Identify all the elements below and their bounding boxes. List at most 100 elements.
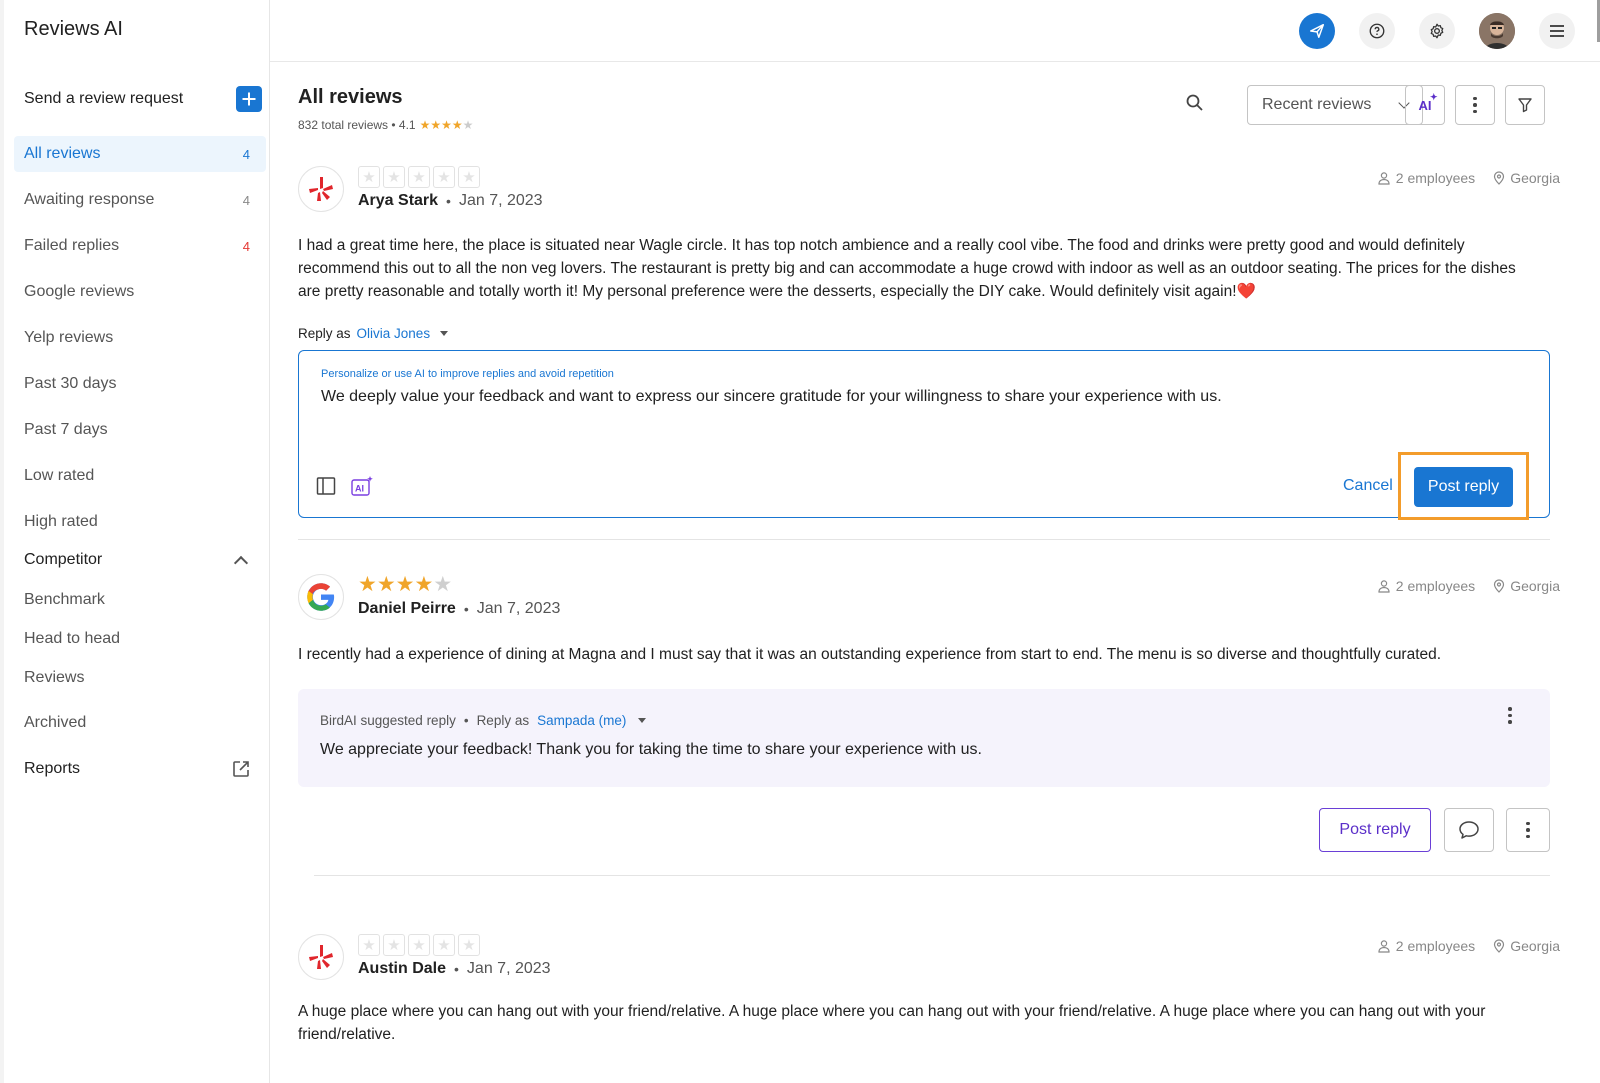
- more-options-button[interactable]: [1455, 85, 1495, 125]
- ai-button[interactable]: AI ✦: [1405, 85, 1445, 125]
- divider: [298, 539, 1550, 540]
- sidebar-item-past-30-days[interactable]: Past 30 days: [14, 366, 266, 402]
- chevron-up-icon: [233, 555, 249, 570]
- sidebar-item-label: Past 7 days: [24, 421, 108, 438]
- sidebar-item-label: Failed replies: [24, 237, 120, 254]
- sidebar-item-count: 4: [242, 192, 250, 208]
- employees-meta: 2 employees: [1377, 578, 1475, 594]
- help-icon[interactable]: [1359, 13, 1395, 49]
- suggested-reply: BirdAI suggested reply • Reply as Sampad…: [298, 689, 1550, 787]
- sidebar-item-count: 4: [242, 146, 250, 162]
- cancel-button[interactable]: Cancel: [1343, 477, 1393, 495]
- suggested-reply-header: BirdAI suggested reply • Reply as Sampad…: [320, 713, 647, 728]
- sidebar-item-head-to-head[interactable]: Head to head: [24, 628, 120, 650]
- send-review-request: Send a review request: [24, 86, 262, 112]
- sidebar-item-label: Awaiting response: [24, 191, 155, 208]
- sidebar-item-label: Low rated: [24, 467, 95, 484]
- location-pin-icon: [1494, 171, 1505, 185]
- sidebar-item-low-rated[interactable]: Low rated: [14, 458, 266, 494]
- rating-stars-empty: ★ ★ ★ ★ ★: [358, 934, 480, 956]
- google-logo-icon: [298, 574, 344, 620]
- review-date: Jan 7, 2023: [466, 960, 551, 977]
- kebab-icon: [1473, 96, 1477, 114]
- sidebar-item-awaiting-response[interactable]: Awaiting response 4: [14, 182, 266, 218]
- comment-button[interactable]: [1444, 808, 1494, 852]
- person-icon: [1378, 940, 1390, 953]
- sidebar-item-failed-replies[interactable]: Failed replies 4: [14, 228, 266, 264]
- reply-as-user-dropdown[interactable]: Olivia Jones: [357, 326, 431, 341]
- sidebar-item-google-reviews[interactable]: Google reviews: [14, 274, 266, 310]
- yelp-logo-icon: [298, 934, 344, 980]
- sidebar-item-past-7-days[interactable]: Past 7 days: [14, 412, 266, 448]
- reviewer-name: Austin Dale: [358, 960, 447, 977]
- menu-icon[interactable]: [1539, 13, 1575, 49]
- location-meta: Georgia: [1493, 170, 1560, 186]
- template-panel-icon[interactable]: [315, 475, 339, 499]
- sidebar-item-reports[interactable]: Reports: [14, 754, 266, 784]
- sidebar-item-archived[interactable]: Archived: [24, 712, 86, 734]
- sidebar-item-label: All reviews: [24, 145, 101, 162]
- reviewer-name: Arya Stark: [358, 192, 439, 209]
- person-icon: [1378, 580, 1390, 593]
- sidebar: Reviews AI Send a review request All rev…: [0, 0, 270, 1083]
- reviewer-name: Daniel Peirre: [358, 600, 456, 617]
- location-pin-icon: [1494, 579, 1505, 593]
- reviewer-info: Daniel Peirre • Jan 7, 2023: [358, 600, 561, 617]
- sidebar-nav: All reviews 4 Awaiting response 4 Failed…: [14, 136, 266, 550]
- location-pin-icon: [1494, 939, 1505, 953]
- person-icon: [1378, 172, 1390, 185]
- employees-meta: 2 employees: [1377, 938, 1475, 954]
- reply-editor: Personalize or use AI to improve replies…: [298, 350, 1550, 520]
- sidebar-item-competitor-reviews[interactable]: Reviews: [24, 667, 84, 689]
- suggested-reply-menu-icon[interactable]: [1508, 707, 1512, 724]
- more-options-button[interactable]: [1506, 808, 1550, 852]
- top-bar: [270, 0, 1600, 62]
- sidebar-item-yelp-reviews[interactable]: Yelp reviews: [14, 320, 266, 356]
- ai-assist-icon[interactable]: AI: [350, 475, 374, 499]
- reply-text-input[interactable]: We deeply value your feedback and want t…: [321, 388, 1521, 406]
- reviewer-info: Austin Dale • Jan 7, 2023: [358, 960, 551, 977]
- search-icon: [1186, 94, 1203, 111]
- svg-text:AI: AI: [355, 484, 364, 494]
- avatar[interactable]: [1479, 13, 1515, 49]
- sidebar-item-benchmark[interactable]: Benchmark: [24, 589, 105, 611]
- external-link-icon: [233, 761, 249, 777]
- sidebar-section-label: Competitor: [24, 551, 103, 568]
- sidebar-section-competitor[interactable]: Competitor: [14, 545, 266, 575]
- sidebar-item-label: Reports: [24, 760, 81, 777]
- filter-button[interactable]: [1505, 85, 1545, 125]
- sidebar-item-label: Google reviews: [24, 283, 135, 300]
- caret-down-icon: [638, 718, 647, 723]
- summary-rating-stars: ★★★★★: [419, 118, 474, 132]
- ai-sparkle-icon: AI ✦: [1418, 91, 1438, 113]
- review-text: I recently had a experience of dining at…: [298, 646, 1442, 663]
- rating-stars-empty: ★ ★ ★ ★ ★: [358, 166, 480, 188]
- send-review-request-label: Send a review request: [24, 90, 184, 107]
- app-title: Reviews AI: [24, 18, 123, 40]
- gear-icon[interactable]: [1419, 13, 1455, 49]
- review-meta: 2 employees Georgia: [1377, 938, 1560, 954]
- review-summary-text: 832 total reviews • 4.1: [298, 118, 416, 132]
- post-reply-button[interactable]: Post reply: [1414, 467, 1513, 507]
- reviewer-info: Arya Stark • Jan 7, 2023: [358, 192, 543, 209]
- employees-meta: 2 employees: [1377, 170, 1475, 186]
- add-review-request-button[interactable]: [236, 86, 262, 112]
- review-summary: 832 total reviews • 4.1 ★★★★★: [298, 118, 473, 132]
- page-title: All reviews: [298, 86, 403, 108]
- sidebar-item-high-rated[interactable]: High rated: [14, 504, 266, 540]
- reply-hint: Personalize or use AI to improve replies…: [321, 368, 614, 380]
- caret-down-icon: [440, 331, 449, 336]
- reply-as-user-dropdown[interactable]: Sampada (me): [537, 713, 626, 728]
- send-icon[interactable]: [1299, 13, 1335, 49]
- location-meta: Georgia: [1493, 578, 1560, 594]
- review-meta: 2 employees Georgia: [1377, 170, 1560, 186]
- sidebar-item-label: Yelp reviews: [24, 329, 114, 346]
- search-button[interactable]: [1184, 92, 1210, 118]
- reply-as: Reply as Olivia Jones: [298, 326, 449, 341]
- post-reply-button[interactable]: Post reply: [1319, 808, 1431, 852]
- sidebar-item-all-reviews[interactable]: All reviews 4: [14, 136, 266, 172]
- review-date: Jan 7, 2023: [476, 600, 561, 617]
- sort-dropdown[interactable]: Recent reviews: [1247, 85, 1423, 125]
- filter-icon: [1518, 98, 1532, 113]
- review-text: A huge place where you can hang out with…: [298, 1003, 1486, 1043]
